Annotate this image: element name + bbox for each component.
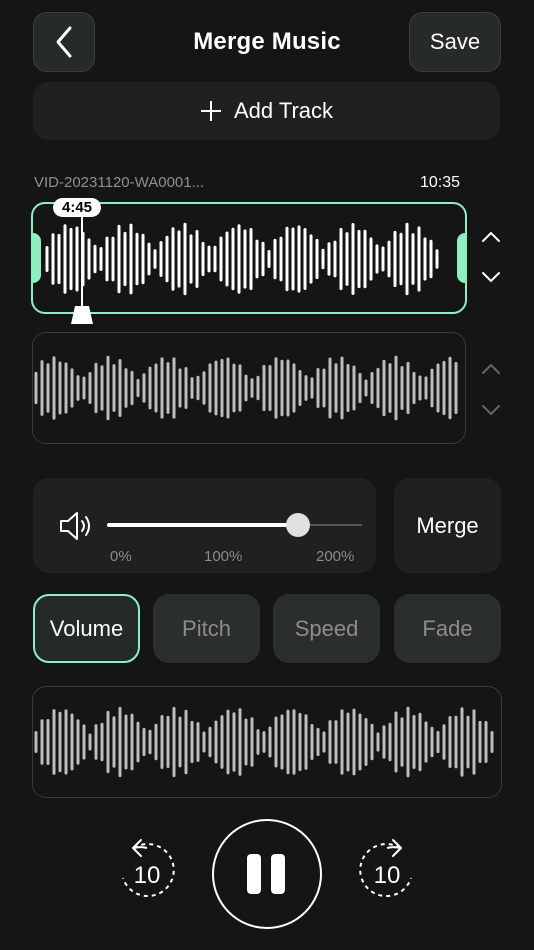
chevron-down-icon[interactable] <box>480 270 502 284</box>
forward-label: 10 <box>373 862 401 889</box>
volume-panel: 0% 100% 200% <box>33 478 376 573</box>
track-1-waveform[interactable] <box>31 202 467 314</box>
volume-label-0: 0% <box>110 548 132 565</box>
tab-fade[interactable]: Fade <box>394 594 501 663</box>
forward-10-button[interactable]: 10 <box>358 838 416 908</box>
chevron-up-icon[interactable] <box>480 362 502 376</box>
tab-pitch[interactable]: Pitch <box>153 594 260 663</box>
plus-icon <box>200 101 221 121</box>
speaker-icon <box>60 512 90 540</box>
playhead-time: 4:45 <box>53 198 102 217</box>
preview-waveform[interactable] <box>32 686 502 798</box>
rewind-label: 10 <box>133 862 161 889</box>
tab-volume[interactable]: Volume <box>33 594 140 663</box>
track-1-waves <box>45 222 439 296</box>
playhead-knob-icon <box>71 306 93 324</box>
volume-slider[interactable] <box>107 513 362 537</box>
volume-label-100: 100% <box>204 548 243 565</box>
pause-button[interactable] <box>212 819 322 929</box>
add-track-label: Add Track <box>233 98 334 123</box>
merge-button[interactable]: Merge <box>394 478 501 573</box>
track-2-waveform[interactable] <box>32 332 466 444</box>
trim-handle-left[interactable] <box>31 233 41 283</box>
track-filename: VID-20231120-WA0001... <box>34 174 205 191</box>
track-duration: 10:35 <box>420 174 461 191</box>
chevron-up-icon[interactable] <box>480 230 502 244</box>
save-button[interactable]: Save <box>409 12 501 72</box>
tab-speed[interactable]: Speed <box>273 594 380 663</box>
chevron-down-icon[interactable] <box>480 403 502 417</box>
pause-icon <box>247 854 285 894</box>
volume-label-200: 200% <box>316 548 355 565</box>
preview-waves <box>34 706 494 778</box>
add-track-button[interactable]: Add Track <box>33 82 500 140</box>
track-2-waves <box>34 355 458 421</box>
trim-handle-right[interactable] <box>457 233 467 283</box>
volume-slider-thumb[interactable] <box>286 513 311 537</box>
rewind-10-button[interactable]: 10 <box>118 838 176 908</box>
merge-label: Merge <box>416 512 479 538</box>
playhead[interactable]: 4:45 <box>53 198 102 324</box>
